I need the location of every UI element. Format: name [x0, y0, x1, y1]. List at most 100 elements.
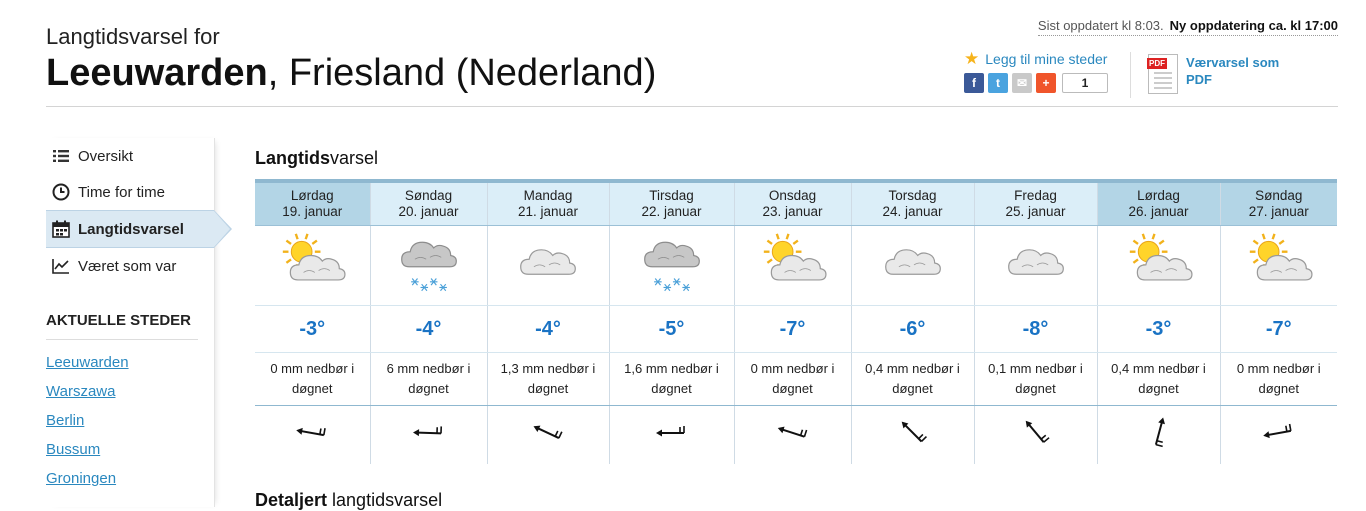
- precipitation-cell: 0,1 mm nedbør i døgnet: [974, 353, 1097, 406]
- weather-icon-cell: [609, 226, 734, 306]
- share-panel: ★ Legg til mine steder f t ✉ + 1: [964, 50, 1108, 93]
- temperature-cell: -3°: [1097, 306, 1220, 353]
- lower-bold: Detaljert: [255, 490, 327, 510]
- page-header: Langtidsvarsel for Leeuwarden, Friesland…: [46, 0, 1338, 107]
- update-info: Sist oppdatert kl 8:03. Ny oppdatering ca…: [1038, 18, 1338, 36]
- nav-label: Oversikt: [78, 148, 133, 165]
- cloudy-icon: [1001, 231, 1071, 300]
- place-link[interactable]: Bussum: [46, 435, 214, 464]
- day-date: 22. januar: [610, 204, 734, 220]
- nav-oversikt[interactable]: Oversikt: [46, 138, 214, 174]
- precipitation-text: 6 mm nedbør i døgnet: [371, 359, 487, 399]
- partly-cloudy-icon: [758, 231, 828, 300]
- facebook-icon[interactable]: f: [964, 73, 984, 93]
- page-title: Leeuwarden, Friesland (Nederland): [46, 52, 656, 95]
- page-subtitle: Langtidsvarsel for: [46, 24, 220, 50]
- day-date: 21. januar: [488, 204, 609, 220]
- day-date: 25. januar: [975, 204, 1097, 220]
- precipitation-cell: 0 mm nedbør i døgnet: [734, 353, 851, 406]
- wind-arrow-icon: [654, 415, 690, 456]
- list-icon: [52, 149, 70, 163]
- cloud-snow-icon: [394, 231, 464, 300]
- chart-icon: [52, 258, 70, 274]
- calendar-icon: [52, 220, 70, 238]
- wind-arrow-icon: [895, 415, 931, 456]
- day-name: Mandag: [488, 188, 609, 204]
- precipitation-text: 1,3 mm nedbør i døgnet: [488, 359, 609, 399]
- share-plus-icon[interactable]: +: [1036, 73, 1056, 93]
- precipitation-cell: 1,3 mm nedbør i døgnet: [487, 353, 609, 406]
- precipitation-cell: 6 mm nedbør i døgnet: [370, 353, 487, 406]
- wind-arrow-icon: [411, 415, 447, 456]
- day-date: 23. januar: [735, 204, 851, 220]
- twitter-icon[interactable]: t: [988, 73, 1008, 93]
- place-link[interactable]: Warszawa: [46, 377, 214, 406]
- next-update: Ny oppdatering ca. kl 17:00: [1170, 18, 1338, 33]
- day-header-cell: Søndag20. januar: [370, 181, 487, 226]
- pdf-tag: PDF: [1147, 58, 1167, 69]
- nav-langtidsvarsel[interactable]: Langtidsvarsel: [46, 210, 214, 248]
- day-date: 24. januar: [852, 204, 974, 220]
- place-link[interactable]: Leeuwarden: [46, 348, 214, 377]
- city-name: Leeuwarden: [46, 52, 268, 94]
- sidebar: Oversikt Time for time Langtidsvarsel Væ…: [46, 138, 215, 507]
- precipitation-cell: 0 mm nedbør i døgnet: [255, 353, 370, 406]
- day-header-cell: Mandag21. januar: [487, 181, 609, 226]
- day-name: Fredag: [975, 188, 1097, 204]
- favorite-label: Legg til mine steder: [985, 51, 1107, 67]
- day-header-cell: Onsdag23. januar: [734, 181, 851, 226]
- partly-cloudy-icon: [1244, 231, 1314, 300]
- precipitation-text: 0 mm nedbør i døgnet: [255, 359, 370, 399]
- lower-rest: langtidsvarsel: [327, 490, 442, 510]
- day-name: Søndag: [1221, 188, 1338, 204]
- email-icon[interactable]: ✉: [1012, 73, 1032, 93]
- updated-time: Sist oppdatert kl 8:03.: [1038, 18, 1164, 33]
- weather-icon-cell: [487, 226, 609, 306]
- day-header-cell: Søndag27. januar: [1220, 181, 1337, 226]
- divider: [1130, 52, 1131, 98]
- share-count: 1: [1062, 73, 1108, 93]
- wind-arrow-icon: [530, 415, 566, 456]
- wind-cell: [734, 406, 851, 465]
- weather-icon-cell: [734, 226, 851, 306]
- place-link[interactable]: Berlin: [46, 406, 214, 435]
- add-favorite-link[interactable]: ★ Legg til mine steder: [964, 50, 1108, 67]
- pdf-link[interactable]: PDF Værvarsel som PDF: [1148, 54, 1296, 94]
- day-name: Lørdag: [1098, 188, 1220, 204]
- main-content: Langtidsvarsel Lørdag19. januarSøndag20.…: [255, 148, 1337, 464]
- wind-cell: [370, 406, 487, 465]
- place-link[interactable]: Groningen: [46, 464, 214, 493]
- wind-cell: [974, 406, 1097, 465]
- wind-cell: [851, 406, 974, 465]
- places-list: Leeuwarden Warszawa Berlin Bussum Gronin…: [46, 348, 214, 493]
- partly-cloudy-icon: [1124, 231, 1194, 300]
- precipitation-cell: 0,4 mm nedbør i døgnet: [1097, 353, 1220, 406]
- day-name: Søndag: [371, 188, 487, 204]
- precipitation-text: 0,4 mm nedbør i døgnet: [852, 359, 974, 399]
- nav-time-for-time[interactable]: Time for time: [46, 174, 214, 210]
- wind-cell: [1220, 406, 1337, 465]
- star-icon: ★: [964, 50, 979, 67]
- wind-arrow-icon: [775, 415, 811, 456]
- precipitation-text: 1,6 mm nedbør i døgnet: [610, 359, 734, 399]
- day-header-cell: Lørdag19. januar: [255, 181, 370, 226]
- wind-cell: [255, 406, 370, 465]
- weather-icon-cell: [370, 226, 487, 306]
- wind-cell: [487, 406, 609, 465]
- day-header-cell: Torsdag24. januar: [851, 181, 974, 226]
- nav-vaeret-som-var[interactable]: Været som var: [46, 248, 214, 284]
- nav-label: Time for time: [78, 184, 165, 201]
- day-name: Tirsdag: [610, 188, 734, 204]
- day-name: Torsdag: [852, 188, 974, 204]
- precip-row: 0 mm nedbør i døgnet6 mm nedbør i døgnet…: [255, 353, 1337, 406]
- forecast-table: Lørdag19. januarSøndag20. januarMandag21…: [255, 179, 1337, 464]
- temperature-cell: -8°: [974, 306, 1097, 353]
- day-date: 26. januar: [1098, 204, 1220, 220]
- day-header-cell: Fredag25. januar: [974, 181, 1097, 226]
- precipitation-text: 0 mm nedbør i døgnet: [1221, 359, 1338, 399]
- days-row: Lørdag19. januarSøndag20. januarMandag21…: [255, 181, 1337, 226]
- day-date: 27. januar: [1221, 204, 1338, 220]
- day-date: 19. januar: [255, 204, 370, 220]
- pdf-icon: PDF: [1148, 54, 1178, 94]
- day-name: Onsdag: [735, 188, 851, 204]
